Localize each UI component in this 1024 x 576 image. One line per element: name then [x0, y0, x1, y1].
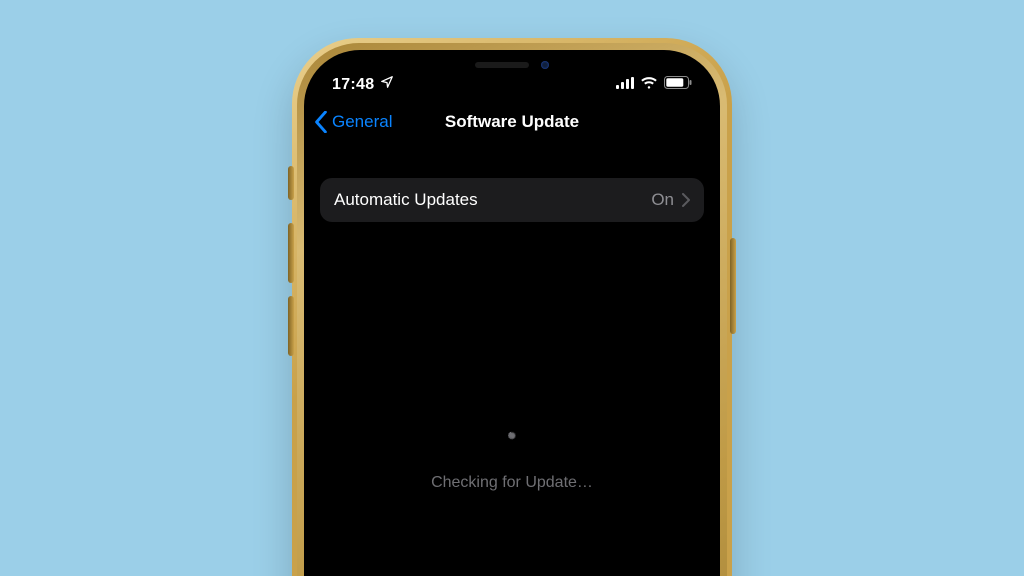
- battery-icon: [664, 76, 692, 94]
- navigation-bar: General Software Update: [304, 100, 720, 144]
- phone-device: 17:48: [292, 38, 732, 576]
- volume-down-button[interactable]: [288, 296, 294, 356]
- row-label: Automatic Updates: [334, 190, 478, 210]
- chevron-right-icon: [682, 193, 690, 207]
- mute-switch[interactable]: [288, 166, 294, 200]
- location-arrow-icon: [380, 75, 394, 94]
- status-time: 17:48: [332, 76, 374, 94]
- front-camera: [541, 61, 549, 69]
- phone-notch: [412, 50, 612, 80]
- earpiece-speaker: [475, 62, 529, 68]
- wifi-icon: [640, 76, 658, 94]
- back-label: General: [332, 112, 392, 132]
- back-button[interactable]: General: [314, 111, 392, 133]
- automatic-updates-row[interactable]: Automatic Updates On: [320, 178, 704, 222]
- power-button[interactable]: [730, 238, 736, 334]
- chevron-left-icon: [314, 111, 328, 133]
- phone-screen: 17:48: [304, 50, 720, 576]
- checking-label: Checking for Update…: [431, 474, 593, 492]
- settings-group: Automatic Updates On: [320, 178, 704, 222]
- row-value: On: [651, 190, 674, 210]
- cellular-signal-icon: [616, 76, 634, 94]
- spinner-icon: [500, 432, 524, 456]
- volume-up-button[interactable]: [288, 223, 294, 283]
- checking-for-update-status: Checking for Update…: [304, 432, 720, 492]
